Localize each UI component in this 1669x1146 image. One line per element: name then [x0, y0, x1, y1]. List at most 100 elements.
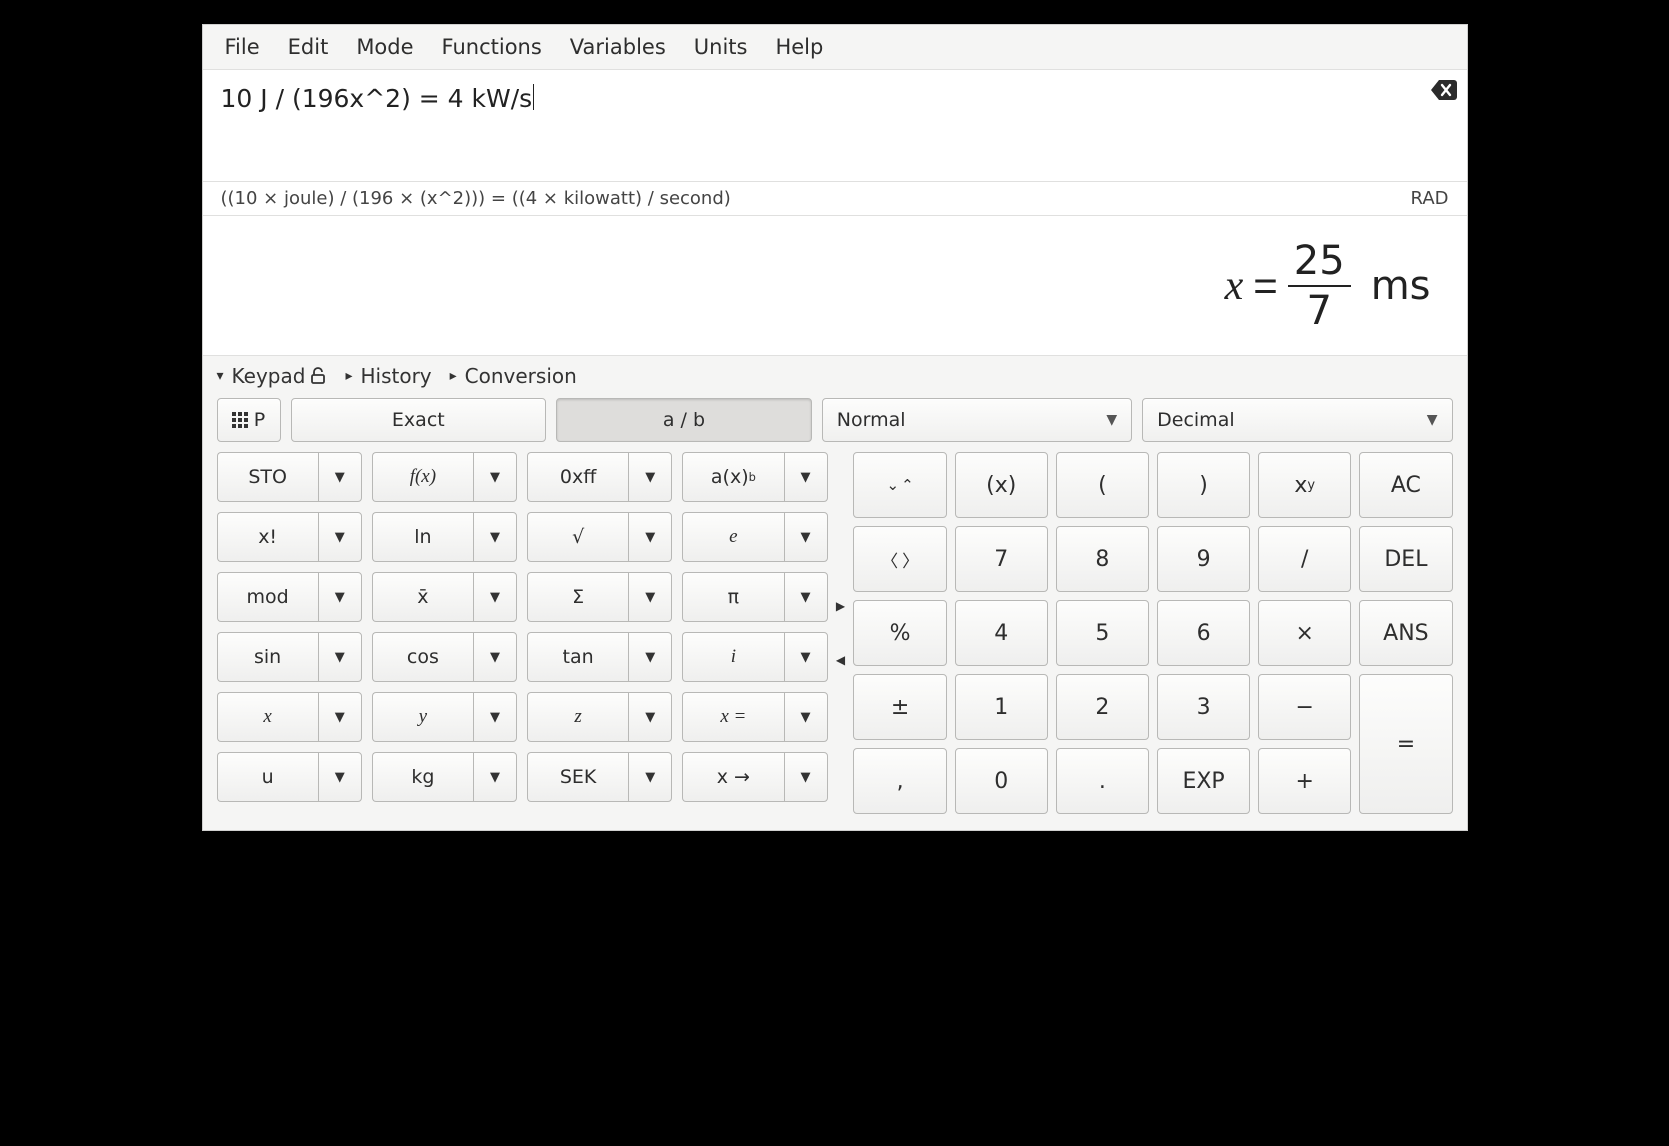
- func-button-2-1[interactable]: x̄▼: [372, 572, 517, 622]
- menu-functions[interactable]: Functions: [428, 29, 556, 65]
- dropdown-arrow-icon[interactable]: ▼: [318, 512, 362, 562]
- history-nav-updown[interactable]: ⌄⌃: [853, 452, 946, 518]
- func-button-0-2[interactable]: 0xff▼: [527, 452, 672, 502]
- key-x[interactable]: (x): [955, 452, 1048, 518]
- key-3[interactable]: 3: [1157, 674, 1250, 740]
- func-button-label: √: [527, 512, 628, 562]
- dropdown-arrow-icon[interactable]: ▼: [628, 572, 672, 622]
- key-divide[interactable]: /: [1258, 526, 1351, 592]
- dropdown-arrow-icon[interactable]: ▼: [473, 512, 517, 562]
- fraction-mode-button[interactable]: a / b: [556, 398, 812, 442]
- func-button-3-2[interactable]: tan▼: [527, 632, 672, 682]
- func-button-3-3[interactable]: i▼: [682, 632, 827, 682]
- dropdown-arrow-icon[interactable]: ▼: [628, 632, 672, 682]
- dropdown-arrow-icon[interactable]: ▼: [473, 632, 517, 682]
- key-comma[interactable]: ,: [853, 748, 946, 814]
- key-dot[interactable]: .: [1056, 748, 1149, 814]
- dropdown-arrow-icon[interactable]: ▼: [473, 572, 517, 622]
- func-button-1-3[interactable]: e▼: [682, 512, 827, 562]
- func-button-5-0[interactable]: u▼: [217, 752, 362, 802]
- expression-input[interactable]: 10 J / (196x^2) = 4 kW/s: [203, 70, 1467, 182]
- dropdown-arrow-icon[interactable]: ▼: [784, 572, 828, 622]
- display-mode-select[interactable]: Normal ▼: [822, 398, 1132, 442]
- chevron-down-icon: ▼: [1427, 412, 1438, 428]
- menu-edit[interactable]: Edit: [274, 29, 343, 65]
- tab-keypad[interactable]: Keypad: [217, 364, 328, 388]
- dropdown-arrow-icon[interactable]: ▼: [318, 572, 362, 622]
- key-multiply[interactable]: ×: [1258, 600, 1351, 666]
- result-numerator: 25: [1288, 241, 1351, 281]
- key-[interactable]: ): [1157, 452, 1250, 518]
- func-button-3-1[interactable]: cos▼: [372, 632, 517, 682]
- func-button-4-0[interactable]: x▼: [217, 692, 362, 742]
- func-button-1-0[interactable]: x!▼: [217, 512, 362, 562]
- func-button-3-0[interactable]: sin▼: [217, 632, 362, 682]
- triangle-left-icon: ◀: [836, 653, 845, 667]
- key-1[interactable]: 1: [955, 674, 1048, 740]
- func-button-0-3[interactable]: a(x)b▼: [682, 452, 827, 502]
- func-button-2-3[interactable]: π▼: [682, 572, 827, 622]
- cursor-nav-leftright[interactable]: 〈〉: [853, 526, 946, 592]
- key-7[interactable]: 7: [955, 526, 1048, 592]
- key-0[interactable]: 0: [955, 748, 1048, 814]
- key-[interactable]: (: [1056, 452, 1149, 518]
- dropdown-arrow-icon[interactable]: ▼: [784, 512, 828, 562]
- func-button-0-0[interactable]: STO▼: [217, 452, 362, 502]
- dropdown-arrow-icon[interactable]: ▼: [628, 452, 672, 502]
- key-DEL[interactable]: DEL: [1359, 526, 1452, 592]
- func-button-2-0[interactable]: mod▼: [217, 572, 362, 622]
- key-ANS[interactable]: ANS: [1359, 600, 1452, 666]
- key-AC[interactable]: AC: [1359, 452, 1452, 518]
- key-2[interactable]: 2: [1056, 674, 1149, 740]
- dropdown-arrow-icon[interactable]: ▼: [473, 752, 517, 802]
- dropdown-arrow-icon[interactable]: ▼: [784, 452, 828, 502]
- key-9[interactable]: 9: [1157, 526, 1250, 592]
- key-plus[interactable]: +: [1258, 748, 1351, 814]
- key-4[interactable]: 4: [955, 600, 1048, 666]
- key-5[interactable]: 5: [1056, 600, 1149, 666]
- func-button-2-2[interactable]: Σ▼: [527, 572, 672, 622]
- func-button-0-1[interactable]: f(x)▼: [372, 452, 517, 502]
- menu-units[interactable]: Units: [680, 29, 762, 65]
- dropdown-arrow-icon[interactable]: ▼: [318, 632, 362, 682]
- func-button-5-2[interactable]: SEK▼: [527, 752, 672, 802]
- tab-history[interactable]: History: [345, 364, 431, 388]
- dropdown-arrow-icon[interactable]: ▼: [784, 752, 828, 802]
- key-equals[interactable]: =: [1359, 674, 1452, 814]
- func-button-5-1[interactable]: kg▼: [372, 752, 517, 802]
- number-base-select[interactable]: Decimal ▼: [1142, 398, 1452, 442]
- exact-mode-button[interactable]: Exact: [291, 398, 547, 442]
- key-8[interactable]: 8: [1056, 526, 1149, 592]
- key-percent[interactable]: %: [853, 600, 946, 666]
- key-xy[interactable]: xy: [1258, 452, 1351, 518]
- menu-file[interactable]: File: [211, 29, 274, 65]
- programming-keypad-button[interactable]: P: [217, 398, 281, 442]
- menu-variables[interactable]: Variables: [556, 29, 680, 65]
- dropdown-arrow-icon[interactable]: ▼: [318, 752, 362, 802]
- key-minus[interactable]: −: [1258, 674, 1351, 740]
- dropdown-arrow-icon[interactable]: ▼: [628, 512, 672, 562]
- menu-help[interactable]: Help: [761, 29, 837, 65]
- tab-conversion[interactable]: Conversion: [450, 364, 577, 388]
- func-button-5-3[interactable]: x →▼: [682, 752, 827, 802]
- dropdown-arrow-icon[interactable]: ▼: [318, 692, 362, 742]
- dropdown-arrow-icon[interactable]: ▼: [318, 452, 362, 502]
- key-6[interactable]: 6: [1157, 600, 1250, 666]
- dropdown-arrow-icon[interactable]: ▼: [784, 692, 828, 742]
- key-EXP[interactable]: EXP: [1157, 748, 1250, 814]
- menu-mode[interactable]: Mode: [342, 29, 427, 65]
- func-button-label: 0xff: [527, 452, 628, 502]
- backspace-icon[interactable]: [1431, 80, 1457, 100]
- dropdown-arrow-icon[interactable]: ▼: [473, 692, 517, 742]
- func-button-4-1[interactable]: y▼: [372, 692, 517, 742]
- dropdown-arrow-icon[interactable]: ▼: [473, 452, 517, 502]
- dropdown-arrow-icon[interactable]: ▼: [628, 752, 672, 802]
- func-button-4-2[interactable]: z▼: [527, 692, 672, 742]
- func-button-1-1[interactable]: ln▼: [372, 512, 517, 562]
- dropdown-arrow-icon[interactable]: ▼: [628, 692, 672, 742]
- key-plusminus[interactable]: ±: [853, 674, 946, 740]
- func-button-4-3[interactable]: x =▼: [682, 692, 827, 742]
- dropdown-arrow-icon[interactable]: ▼: [784, 632, 828, 682]
- func-button-1-2[interactable]: √▼: [527, 512, 672, 562]
- keypad-resize-handle[interactable]: ▶ ◀: [835, 452, 845, 814]
